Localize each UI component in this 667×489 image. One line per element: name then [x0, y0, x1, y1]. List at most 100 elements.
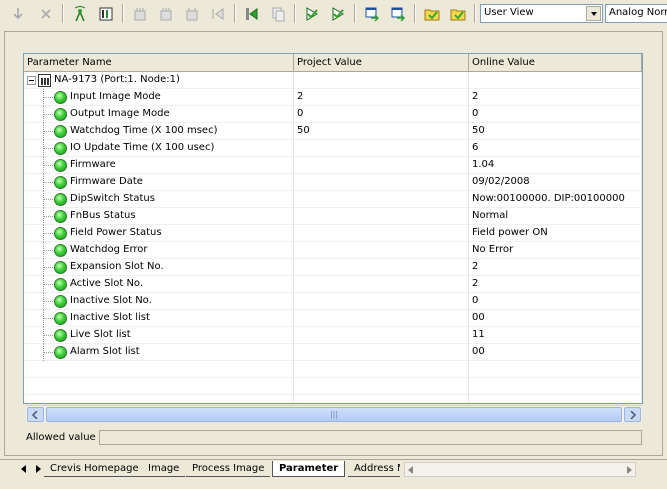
grid-icon[interactable]: [156, 4, 176, 23]
project-value-cell[interactable]: [294, 310, 469, 327]
view-combo[interactable]: User View: [480, 4, 603, 23]
project-value-cell[interactable]: [294, 157, 469, 174]
table-row[interactable]: Inactive Slot list 00: [24, 310, 642, 327]
tab-scrollbar[interactable]: [404, 462, 636, 477]
project-value-cell[interactable]: [294, 344, 469, 361]
tab-image[interactable]: Image: [142, 461, 186, 477]
parameter-name: Alarm Slot list: [70, 346, 140, 357]
arrow-down-icon[interactable]: [8, 4, 28, 23]
tab-scroll-right-icon[interactable]: [626, 466, 632, 474]
check-down-icon[interactable]: [302, 4, 322, 23]
project-value-cell[interactable]: 2: [294, 89, 469, 106]
horizontal-scrollbar[interactable]: |||: [26, 405, 642, 422]
parameter-name-cell[interactable]: Firmware Date: [24, 174, 294, 191]
empty-cell: [294, 395, 469, 403]
upload-icon[interactable]: [242, 4, 262, 23]
parameter-name-cell[interactable]: Watchdog Error: [24, 242, 294, 259]
online-value: 09/02/2008: [472, 176, 530, 187]
project-value-cell[interactable]: [294, 225, 469, 242]
project-value-cell[interactable]: 50: [294, 123, 469, 140]
table-row[interactable]: Field Power Status Field power ON: [24, 225, 642, 242]
project-value-cell[interactable]: [294, 140, 469, 157]
table-row[interactable]: Watchdog Error No Error: [24, 242, 642, 259]
empty-row: [24, 395, 642, 403]
project-value: 50: [297, 125, 310, 136]
tab-crevis-homepage[interactable]: Crevis Homepage: [44, 461, 145, 477]
parameter-name-cell[interactable]: Output Image Mode: [24, 106, 294, 123]
grid-icon[interactable]: [182, 4, 202, 23]
project-value-cell[interactable]: [294, 259, 469, 276]
folder-icon[interactable]: [422, 4, 442, 23]
module-icon[interactable]: [96, 4, 116, 23]
parameter-name: IO Update Time (X 100 usec): [70, 142, 215, 153]
column-header-project-value[interactable]: Project Value: [294, 54, 469, 72]
project-value-cell[interactable]: [294, 174, 469, 191]
parameter-name-cell[interactable]: Inactive Slot list: [24, 310, 294, 327]
window-arrow-icon[interactable]: [388, 4, 408, 23]
parameter-name-cell[interactable]: Watchdog Time (X 100 msec): [24, 123, 294, 140]
parameter-name-cell[interactable]: Field Power Status: [24, 225, 294, 242]
folder-check-icon[interactable]: [448, 4, 468, 23]
parameter-name-cell[interactable]: IO Update Time (X 100 usec): [24, 140, 294, 157]
table-row[interactable]: FnBus Status Normal: [24, 208, 642, 225]
parameter-name: Watchdog Error: [70, 244, 148, 255]
jump-icon[interactable]: [208, 4, 228, 23]
empty-cell: [24, 361, 294, 378]
scroll-left-icon[interactable]: [27, 407, 44, 422]
table-row[interactable]: Firmware Date 09/02/2008: [24, 174, 642, 191]
antenna-icon[interactable]: [70, 4, 90, 23]
tab-address-map[interactable]: Address Map: [348, 461, 400, 477]
table-row[interactable]: Expansion Slot No. 2: [24, 259, 642, 276]
scroll-right-icon[interactable]: [624, 407, 641, 422]
table-row[interactable]: DipSwitch Status Now:00100000. DIP:001000…: [24, 191, 642, 208]
column-header-online-value[interactable]: Online Value: [469, 54, 642, 72]
parameter-name-cell[interactable]: Firmware: [24, 157, 294, 174]
column-header-parameter-name[interactable]: Parameter Name: [24, 54, 294, 72]
project-value-cell[interactable]: 0: [294, 106, 469, 123]
close-icon[interactable]: [36, 4, 56, 23]
tab-scroll-left-icon[interactable]: [408, 466, 414, 474]
tree-root-cell[interactable]: NA-9173 (Port:1. Node:1): [24, 72, 294, 89]
project-value-cell[interactable]: [294, 276, 469, 293]
table-row[interactable]: Active Slot No. 2: [24, 276, 642, 293]
parameter-name-cell[interactable]: Expansion Slot No.: [24, 259, 294, 276]
table-row[interactable]: Output Image Mode 0 0: [24, 106, 642, 123]
table-row[interactable]: Live Slot list 11: [24, 327, 642, 344]
project-value-cell[interactable]: [294, 242, 469, 259]
project-value-cell[interactable]: [294, 208, 469, 225]
project-value-cell[interactable]: [294, 191, 469, 208]
tab-process-image[interactable]: Process Image: [186, 461, 271, 477]
table-row[interactable]: Input Image Mode 2 2: [24, 89, 642, 106]
collapse-icon[interactable]: [27, 76, 36, 85]
tab-next-icon[interactable]: [32, 462, 44, 476]
grid-icon[interactable]: [130, 4, 150, 23]
parameter-name-cell[interactable]: DipSwitch Status: [24, 191, 294, 208]
tree-root-row[interactable]: NA-9173 (Port:1. Node:1): [24, 72, 642, 89]
project-value-cell[interactable]: [294, 327, 469, 344]
table-row[interactable]: Watchdog Time (X 100 msec) 50 50: [24, 123, 642, 140]
table-row[interactable]: Firmware 1.04: [24, 157, 642, 174]
parameter-name-cell[interactable]: Inactive Slot No.: [24, 293, 294, 310]
chevron-down-icon[interactable]: [586, 6, 601, 21]
parameter-name-cell[interactable]: Input Image Mode: [24, 89, 294, 106]
copy-icon[interactable]: [268, 4, 288, 23]
project-value-cell[interactable]: [294, 293, 469, 310]
scrollbar-thumb[interactable]: |||: [46, 407, 622, 422]
parameter-name-cell[interactable]: FnBus Status: [24, 208, 294, 225]
empty-cell: [24, 395, 294, 403]
table-row[interactable]: IO Update Time (X 100 usec) 6: [24, 140, 642, 157]
window-icon[interactable]: [362, 4, 382, 23]
parameter-name-cell[interactable]: Live Slot list: [24, 327, 294, 344]
tab-prev-icon[interactable]: [18, 462, 30, 476]
online-value: 2: [472, 261, 479, 272]
parameter-name-cell[interactable]: Alarm Slot list: [24, 344, 294, 361]
parameter-name-cell[interactable]: Active Slot No.: [24, 276, 294, 293]
allowed-value-field: [99, 430, 642, 445]
toolbar-separator: [122, 4, 124, 23]
table-row[interactable]: Inactive Slot No. 0: [24, 293, 642, 310]
mode-combo[interactable]: Analog Normal: [605, 4, 667, 23]
check-icon[interactable]: [328, 4, 348, 23]
parameter-name: Inactive Slot list: [70, 312, 150, 323]
tab-parameter[interactable]: Parameter: [272, 461, 346, 477]
table-row[interactable]: Alarm Slot list 00: [24, 344, 642, 361]
